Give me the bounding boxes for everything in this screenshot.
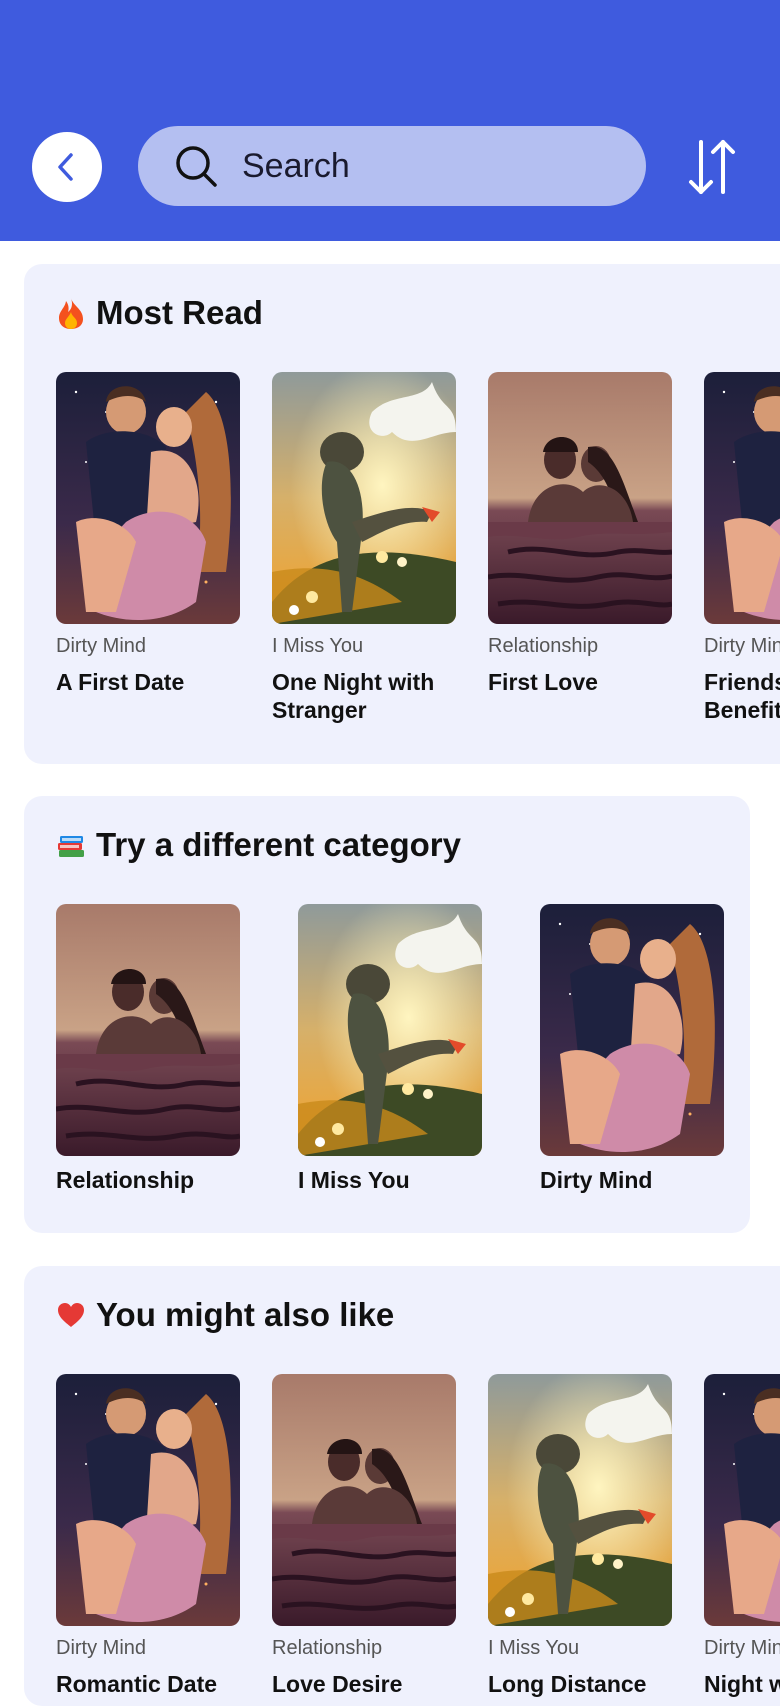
book-card[interactable]: Dirty Mind Night with bbox=[704, 1374, 780, 1698]
category-card[interactable]: Relationship bbox=[56, 904, 240, 1194]
sort-arrows-icon bbox=[689, 140, 735, 194]
book-title: Long Distance bbox=[488, 1671, 647, 1697]
section-title: Most Read bbox=[56, 294, 263, 332]
book-title: First Love bbox=[488, 669, 598, 695]
book-title: A First Date bbox=[56, 669, 185, 695]
book-category: I Miss You bbox=[488, 1637, 580, 1659]
search-icon bbox=[174, 144, 218, 188]
fire-icon bbox=[56, 296, 86, 330]
category-cover bbox=[298, 904, 482, 1156]
book-cover bbox=[704, 1374, 780, 1626]
book-category: Relationship bbox=[488, 635, 599, 657]
search-bar[interactable] bbox=[138, 126, 646, 206]
book-title: Friends with Benefits bbox=[704, 669, 780, 723]
book-category: Dirty Mind bbox=[56, 635, 147, 657]
book-cover bbox=[272, 372, 456, 624]
also-like-list: Dirty Mind Romantic Date Relationship Lo… bbox=[56, 1374, 780, 1698]
most-read-list: Dirty Mind A First Date I Miss You One N… bbox=[56, 372, 780, 724]
books-icon bbox=[56, 828, 86, 862]
section-title: You might also like bbox=[56, 1296, 394, 1334]
book-card[interactable]: I Miss You One Night with Stranger bbox=[272, 372, 456, 724]
book-category: Dirty Mind bbox=[704, 635, 780, 657]
category-list: Relationship I Miss You Dirty Mind bbox=[56, 904, 724, 1194]
search-input[interactable] bbox=[240, 145, 604, 187]
book-cover bbox=[704, 372, 780, 624]
top-bar bbox=[0, 0, 780, 241]
category-cover bbox=[540, 904, 724, 1156]
book-cover bbox=[488, 372, 672, 624]
category-card[interactable]: I Miss You bbox=[298, 904, 482, 1194]
book-cover bbox=[56, 1374, 240, 1626]
book-card[interactable]: Dirty Mind Friends with Benefits bbox=[704, 372, 780, 724]
book-title: One Night with Stranger bbox=[272, 669, 435, 723]
book-cover bbox=[56, 372, 240, 624]
book-cover bbox=[488, 1374, 672, 1626]
sort-button[interactable] bbox=[682, 132, 742, 202]
category-title: Dirty Mind bbox=[540, 1167, 653, 1193]
book-category: Dirty Mind bbox=[704, 1637, 780, 1659]
book-card[interactable]: Relationship Love Desire bbox=[272, 1374, 456, 1698]
book-card[interactable]: I Miss You Long Distance bbox=[488, 1374, 672, 1698]
category-title: Relationship bbox=[56, 1167, 195, 1193]
book-cover bbox=[272, 1374, 456, 1626]
category-cover bbox=[56, 904, 240, 1156]
section-title: Try a different category bbox=[56, 826, 461, 864]
book-category: Dirty Mind bbox=[56, 1637, 147, 1659]
book-title: Love Desire bbox=[272, 1671, 403, 1697]
category-card[interactable]: Dirty Mind bbox=[540, 904, 724, 1194]
category-section: Try a different category Relationship I … bbox=[24, 796, 750, 1233]
book-title: Night with bbox=[704, 1671, 780, 1697]
book-category: Relationship bbox=[272, 1637, 383, 1659]
category-title: I Miss You bbox=[298, 1167, 410, 1193]
heart-icon bbox=[56, 1298, 86, 1332]
back-button[interactable] bbox=[32, 132, 102, 202]
most-read-section: Most Read Dirty Mind A First Date I Miss… bbox=[24, 264, 780, 764]
book-card[interactable]: Relationship First Love bbox=[488, 372, 672, 724]
book-card[interactable]: Dirty Mind A First Date bbox=[56, 372, 240, 724]
also-like-section: You might also like Dirty Mind Romantic … bbox=[24, 1266, 780, 1706]
book-category: I Miss You bbox=[272, 635, 364, 657]
chevron-left-icon bbox=[58, 153, 73, 181]
book-card[interactable]: Dirty Mind Romantic Date bbox=[56, 1374, 240, 1698]
book-title: Romantic Date bbox=[56, 1671, 218, 1697]
